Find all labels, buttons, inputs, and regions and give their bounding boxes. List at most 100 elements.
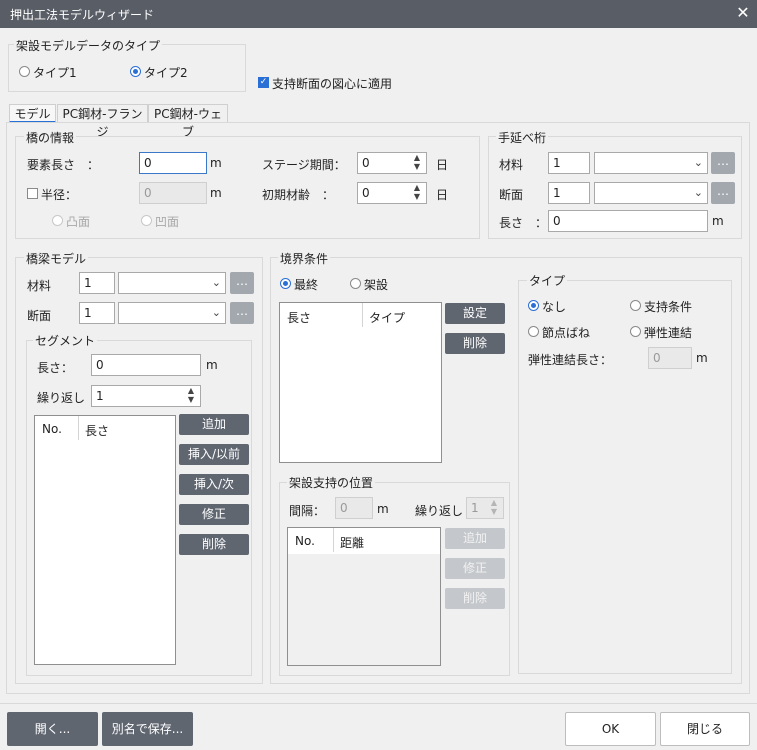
support-pos-legend: 架設支持の位置 [287, 474, 376, 491]
segment-length-input[interactable]: 0 [91, 354, 201, 376]
girder-material-input[interactable]: 1 [79, 272, 115, 294]
segment-length-label: 長さ： [37, 361, 74, 375]
nose-material-browse-button[interactable]: … [711, 152, 735, 174]
open-button[interactable]: 開く... [7, 712, 98, 746]
column-divider [78, 416, 79, 440]
footer-divider [0, 703, 757, 704]
nose-section-browse-button[interactable]: … [711, 182, 735, 204]
boundary-col-length: 長さ [287, 311, 312, 325]
nose-legend: 手延べ桁 [496, 129, 549, 146]
nose-material-select[interactable]: ⌄ [594, 152, 708, 174]
nose-material-label: 材料 [499, 158, 524, 172]
girder-section-browse-button[interactable]: … [230, 302, 254, 324]
spin-arrows-icon[interactable]: ▲ ▼ [410, 183, 424, 201]
segment-length-unit: m [206, 358, 218, 372]
elastic-length-input[interactable]: 0 [648, 347, 692, 369]
support-condition-label[interactable]: 支持条件 [644, 298, 692, 315]
support-pos-list[interactable]: No. 距離 [287, 527, 441, 666]
nose-section-select[interactable]: ⌄ [594, 182, 708, 204]
stage-period-label: ステージ期間： [262, 158, 346, 172]
boundary-set-button[interactable]: 設定 [445, 303, 505, 324]
stage-period-value: 0 [362, 156, 370, 170]
node-spring-label[interactable]: 節点ばね [542, 324, 590, 341]
column-divider [362, 303, 363, 327]
segment-col-no: No. [42, 422, 62, 436]
element-length-input[interactable]: 0 [139, 152, 207, 174]
window-title: 押出工法モデルウィザード [10, 8, 155, 22]
radius-label[interactable]: 半径： [41, 186, 77, 203]
node-spring-radio[interactable] [528, 326, 539, 337]
segment-repeat-spinner[interactable]: 1 ▲ ▼ [91, 385, 201, 407]
spin-arrows-icon[interactable]: ▲ ▼ [410, 153, 424, 171]
none-radio[interactable] [528, 300, 539, 311]
girder-material-label: 材料 [27, 279, 52, 293]
concave-radio[interactable] [141, 215, 152, 226]
radius-checkbox[interactable] [27, 188, 38, 199]
nose-material-input[interactable]: 1 [548, 152, 590, 174]
erection-label[interactable]: 架設 [364, 276, 388, 293]
girder-legend: 橋梁モデル [24, 250, 89, 267]
segment-insert-after-button[interactable]: 挿入/次 [179, 474, 249, 495]
support-repeat-label: 繰り返し [415, 504, 464, 518]
radius-input[interactable]: 0 [139, 182, 207, 204]
support-col-distance: 距離 [340, 536, 365, 550]
erection-radio[interactable] [350, 278, 361, 289]
segment-delete-button[interactable]: 削除 [179, 534, 249, 555]
support-modify-button[interactable]: 修正 [445, 558, 505, 579]
convex-label[interactable]: 凸面 [66, 213, 90, 230]
final-radio[interactable] [280, 278, 291, 289]
chevron-down-icon: ⌄ [211, 276, 221, 289]
save-as-button[interactable]: 別名で保存... [102, 712, 193, 746]
support-pos-list-header: No. 距離 [288, 528, 440, 554]
girder-material-select[interactable]: ⌄ [118, 272, 226, 294]
boundary-list-header: 長さ タイプ [280, 303, 441, 329]
tab-pc-flange[interactable]: PC鋼材-フランジ [57, 104, 148, 139]
initial-age-spinner[interactable]: 0 ▲ ▼ [357, 182, 427, 204]
chevron-down-icon: ⌄ [693, 156, 703, 169]
interval-input[interactable]: 0 [335, 497, 373, 519]
tab-pc-web[interactable]: PC鋼材-ウェブ [148, 104, 228, 139]
nose-length-unit: m [712, 214, 724, 228]
boundary-delete-button[interactable]: 削除 [445, 333, 505, 354]
type2-label[interactable]: タイプ2 [144, 64, 188, 81]
initial-age-unit: 日 [436, 188, 449, 202]
concave-label[interactable]: 凹面 [155, 213, 179, 230]
interval-unit: m [377, 502, 389, 516]
elastic-link-label[interactable]: 弾性連結 [644, 324, 692, 341]
boundary-list[interactable]: 長さ タイプ [279, 302, 442, 463]
girder-section-select[interactable]: ⌄ [118, 302, 226, 324]
support-delete-button[interactable]: 削除 [445, 588, 505, 609]
segment-list[interactable]: No. 長さ [34, 415, 176, 665]
apply-centroid-checkbox[interactable]: ✓ [258, 77, 269, 88]
girder-material-browse-button[interactable]: … [230, 272, 254, 294]
initial-age-label: 初期材齢 ： [262, 188, 335, 202]
spin-arrows-icon[interactable]: ▲ ▼ [487, 498, 501, 516]
ok-button[interactable]: OK [565, 712, 656, 746]
segment-add-button[interactable]: 追加 [179, 414, 249, 435]
close-button[interactable]: 閉じる [660, 712, 750, 746]
segment-insert-before-button[interactable]: 挿入/以前 [179, 444, 249, 465]
elastic-link-radio[interactable] [630, 326, 641, 337]
apply-centroid-label[interactable]: 支持断面の図心に適用 [272, 75, 392, 92]
type2-radio[interactable] [130, 66, 141, 77]
segment-modify-button[interactable]: 修正 [179, 504, 249, 525]
nose-length-input[interactable]: 0 [548, 210, 708, 232]
stage-period-unit: 日 [436, 158, 449, 172]
close-icon[interactable]: ✕ [735, 3, 751, 23]
segment-repeat-value: 1 [96, 389, 104, 403]
convex-radio[interactable] [52, 215, 63, 226]
stage-period-spinner[interactable]: 0 ▲ ▼ [357, 152, 427, 174]
spin-arrows-icon[interactable]: ▲ ▼ [184, 386, 198, 404]
type1-radio[interactable] [19, 66, 30, 77]
type-legend: タイプ [527, 272, 568, 289]
none-label[interactable]: なし [542, 298, 566, 315]
support-condition-radio[interactable] [630, 300, 641, 311]
support-add-button[interactable]: 追加 [445, 528, 505, 549]
support-repeat-spinner[interactable]: 1 ▲ ▼ [466, 497, 504, 519]
bridge-info-legend: 橋の情報 [24, 129, 77, 146]
nose-section-input[interactable]: 1 [548, 182, 590, 204]
type1-label[interactable]: タイプ1 [33, 64, 77, 81]
girder-section-input[interactable]: 1 [79, 302, 115, 324]
final-label[interactable]: 最終 [294, 276, 318, 293]
tab-model[interactable]: モデル [9, 104, 56, 123]
